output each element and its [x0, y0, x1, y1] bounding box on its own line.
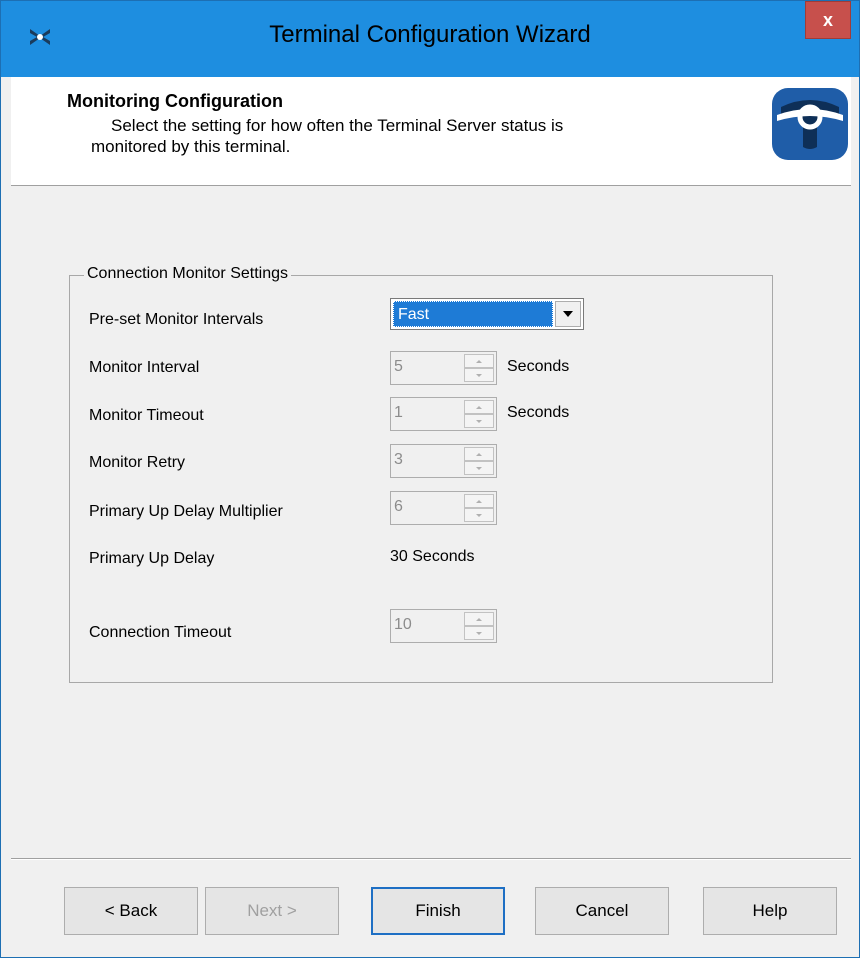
arrow-down-icon [476, 419, 482, 423]
spin-down-button[interactable] [464, 626, 494, 640]
primary-up-delay-label: Primary Up Delay [89, 550, 215, 567]
monitor-interval-label: Monitor Interval [89, 359, 200, 376]
preset-intervals-value: Fast [393, 301, 553, 327]
stepper-buttons [464, 612, 494, 640]
arrow-down-icon [476, 631, 482, 635]
stepper-buttons [464, 400, 494, 428]
preset-intervals-label: Pre-set Monitor Intervals [89, 311, 264, 328]
connection-timeout-value: 10 [394, 616, 412, 633]
arrow-down-icon [476, 513, 482, 517]
stepper-buttons [464, 354, 494, 382]
title-bar[interactable]: Terminal Configuration Wizard x [1, 1, 859, 77]
chevron-down-icon [563, 311, 573, 317]
preset-intervals-select[interactable]: Fast [390, 298, 584, 330]
back-button[interactable]: < Back [64, 887, 198, 935]
monitor-interval-stepper[interactable]: 5 [390, 351, 497, 385]
page-title: Monitoring Configuration [67, 91, 283, 111]
monitor-timeout-stepper[interactable]: 1 [390, 397, 497, 431]
groupbox-legend: Connection Monitor Settings [84, 265, 291, 283]
monitor-interval-value: 5 [394, 358, 403, 375]
monitor-timeout-unit: Seconds [507, 404, 570, 421]
arrow-up-icon [476, 405, 482, 409]
primary-up-delay-multiplier-label: Primary Up Delay Multiplier [89, 503, 283, 520]
monitor-retry-value: 3 [394, 451, 403, 468]
monitor-timeout-label: Monitor Timeout [89, 407, 204, 424]
arrow-up-icon [476, 452, 482, 456]
page-description: Select the setting for how often the Ter… [91, 115, 671, 157]
description-line-1: Select the setting for how often the Ter… [111, 116, 564, 135]
arrow-up-icon [476, 617, 482, 621]
primary-up-delay-multiplier-stepper[interactable]: 6 [390, 491, 497, 525]
connection-timeout-stepper[interactable]: 10 [390, 609, 497, 643]
primary-up-delay-value: 30 Seconds [390, 548, 475, 565]
help-button[interactable]: Help [703, 887, 837, 935]
arrow-up-icon [476, 499, 482, 503]
footer-separator [11, 858, 851, 860]
stepper-buttons [464, 494, 494, 522]
spin-up-button[interactable] [464, 447, 494, 461]
description-line-2: monitored by this terminal. [91, 137, 291, 156]
primary-up-delay-multiplier-value: 6 [394, 498, 403, 515]
monitor-interval-unit: Seconds [507, 358, 570, 375]
next-button[interactable]: Next > [205, 887, 339, 935]
spin-up-button[interactable] [464, 494, 494, 508]
monitor-retry-label: Monitor Retry [89, 454, 186, 471]
spin-down-button[interactable] [464, 508, 494, 522]
spin-down-button[interactable] [464, 368, 494, 382]
window-title: Terminal Configuration Wizard [269, 21, 591, 48]
stepper-buttons [464, 447, 494, 475]
connection-timeout-label: Connection Timeout [89, 624, 232, 641]
close-button[interactable]: x [805, 1, 851, 39]
arrow-down-icon [476, 466, 482, 470]
spin-down-button[interactable] [464, 414, 494, 428]
wizard-header: Monitoring Configuration Select the sett… [11, 77, 851, 186]
spin-down-button[interactable] [464, 461, 494, 475]
monitor-timeout-value: 1 [394, 404, 403, 421]
monitor-retry-stepper[interactable]: 3 [390, 444, 497, 478]
finish-button[interactable]: Finish [371, 887, 505, 935]
cancel-button[interactable]: Cancel [535, 887, 669, 935]
dropdown-button[interactable] [555, 301, 581, 327]
arrow-up-icon [476, 359, 482, 363]
spin-up-button[interactable] [464, 612, 494, 626]
wizard-window: Terminal Configuration Wizard x Monitori… [0, 0, 860, 958]
spin-up-button[interactable] [464, 400, 494, 414]
spin-up-button[interactable] [464, 354, 494, 368]
arrow-down-icon [476, 373, 482, 377]
thinmanager-logo-icon [772, 88, 848, 160]
